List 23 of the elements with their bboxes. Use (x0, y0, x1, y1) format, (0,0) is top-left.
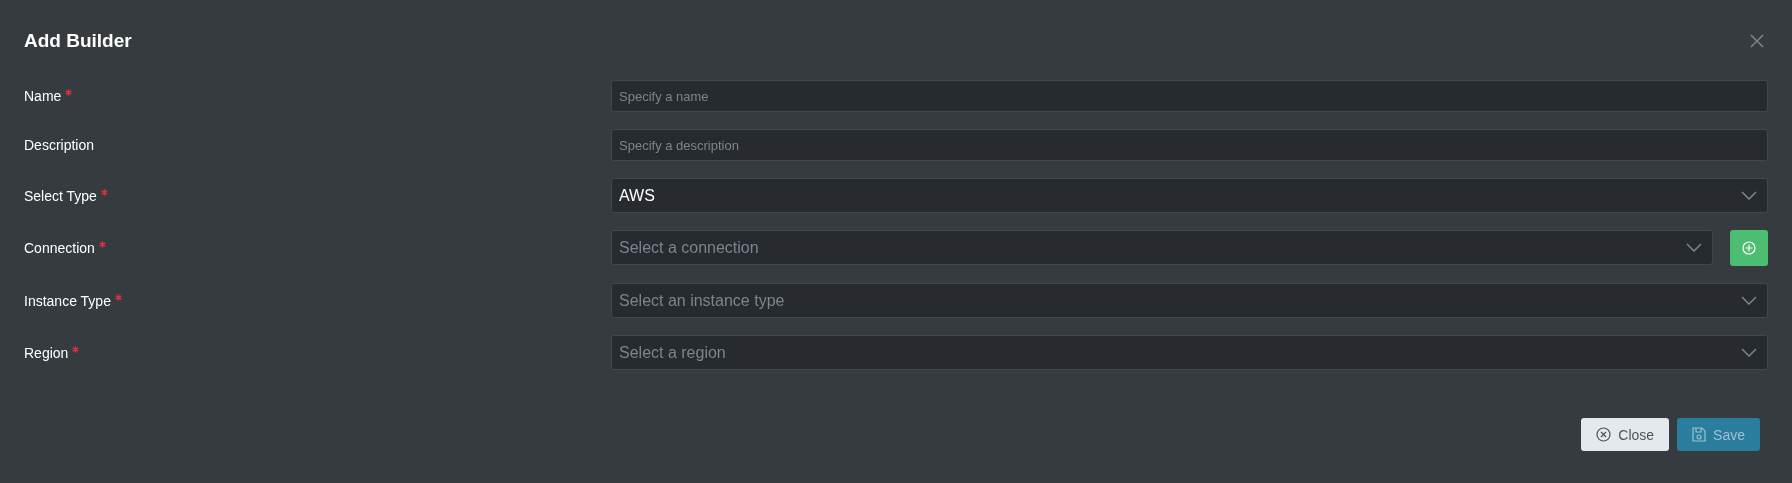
field-label: Instance Type (24, 292, 611, 309)
select-field[interactable]: Select a region (611, 335, 1768, 370)
field-label: Description (24, 137, 96, 153)
close-circle-icon (1596, 427, 1612, 442)
plus-circle-icon (1742, 241, 1756, 255)
text-field[interactable]: Specify a name (611, 80, 1768, 112)
chevron-down-icon (1741, 296, 1757, 305)
close-icon[interactable] (1748, 32, 1766, 50)
add-button[interactable] (1730, 230, 1768, 266)
chevron-down-icon (1741, 191, 1757, 200)
save-button[interactable]: Save (1677, 418, 1760, 451)
select-field[interactable]: AWS (611, 178, 1768, 213)
field-label: Name (24, 88, 611, 104)
chevron-down-icon (1741, 348, 1757, 357)
field-label: Select Type (24, 187, 611, 204)
close-button[interactable]: Close (1581, 418, 1670, 451)
text-field[interactable]: Specify a description (611, 129, 1768, 161)
select-field[interactable]: Select an instance type (611, 283, 1768, 318)
dialog-title: Add Builder (24, 30, 132, 52)
chevron-down-icon (1686, 243, 1702, 252)
field-label: Region (24, 344, 611, 361)
select-field[interactable]: Select a connection (611, 230, 1713, 265)
field-label: Connection (24, 240, 611, 256)
